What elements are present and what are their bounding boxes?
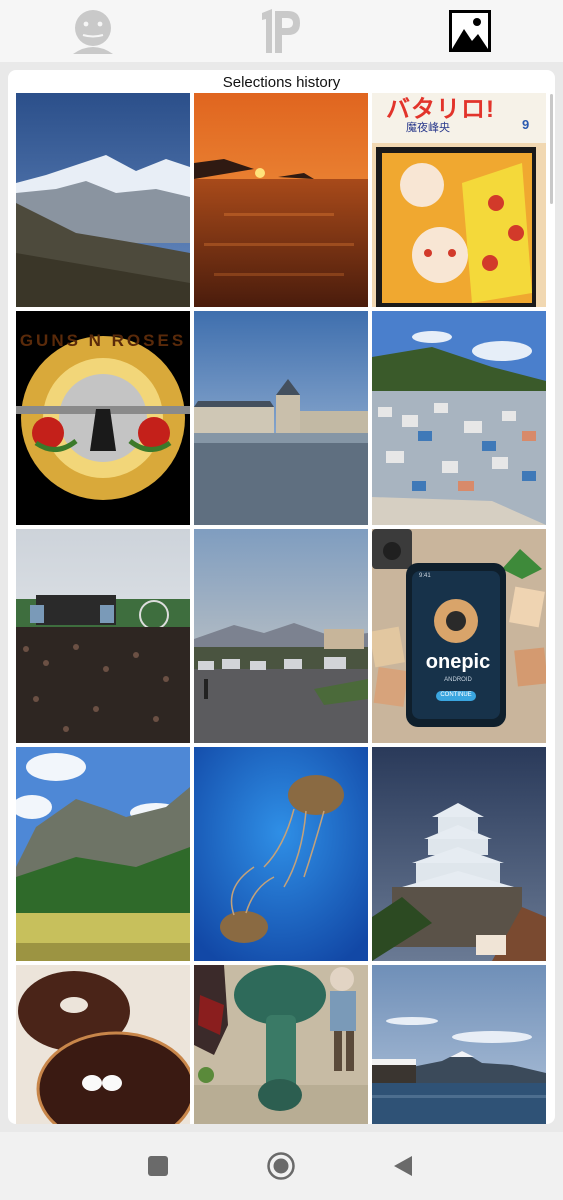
history-item-lake-mountain[interactable] xyxy=(372,965,546,1124)
manga-author: 魔夜峰央 xyxy=(406,122,450,134)
history-item-concert[interactable] xyxy=(16,529,190,743)
history-item-manga-cover[interactable]: バタリロ! 魔夜峰央 9 xyxy=(372,93,546,307)
tab-logo[interactable] xyxy=(250,0,310,62)
scrollbar[interactable] xyxy=(550,94,553,204)
history-item-donuts[interactable] xyxy=(16,965,190,1124)
tab-gallery[interactable] xyxy=(444,0,496,62)
image-icon xyxy=(449,10,491,52)
concert-image xyxy=(16,529,190,743)
jellyfish-image xyxy=(194,747,368,961)
home-button[interactable] xyxy=(261,1148,301,1184)
history-item-band-logo[interactable]: GUNS N ROSES xyxy=(16,311,190,525)
village-image xyxy=(372,311,546,525)
history-item-jellyfish[interactable] xyxy=(194,747,368,961)
circle-icon xyxy=(267,1152,295,1180)
donuts-image xyxy=(16,965,190,1124)
history-item-castle[interactable] xyxy=(372,747,546,961)
band-logo-text: GUNS N ROSES xyxy=(19,331,187,350)
p-logo-icon xyxy=(262,9,300,53)
history-item-chateau[interactable] xyxy=(194,311,368,525)
selections-history-card: Selections history バタリロ! 魔夜峰央 9 GUNS N R… xyxy=(8,70,555,1124)
sunset-image xyxy=(194,93,368,307)
phone-time: 9:41 xyxy=(419,573,431,579)
lake-mountain-image xyxy=(372,965,546,1124)
manga-volume: 9 xyxy=(522,117,530,132)
app-subtitle: ANDROID xyxy=(444,677,472,683)
mountain-image xyxy=(16,93,190,307)
history-item-figurines[interactable] xyxy=(194,965,368,1124)
system-navigation-bar xyxy=(0,1132,563,1200)
history-title: Selections history xyxy=(222,74,341,91)
back-button[interactable] xyxy=(383,1148,423,1184)
history-item-mountains[interactable] xyxy=(16,93,190,307)
recent-apps-button[interactable] xyxy=(138,1148,178,1184)
app-continue-label: CONTINUE xyxy=(440,692,472,698)
history-item-rock-mountain[interactable] xyxy=(16,747,190,961)
history-grid: バタリロ! 魔夜峰央 9 GUNS N ROSES 9:41 onepic AN… xyxy=(16,93,547,1124)
manga-cover-image xyxy=(372,93,546,307)
back-triangle-icon xyxy=(394,1156,412,1176)
square-icon xyxy=(148,1156,168,1176)
face-icon xyxy=(73,10,113,54)
app-name: onepic xyxy=(425,651,491,673)
history-item-parking-lot[interactable] xyxy=(194,529,368,743)
parking-lot-image xyxy=(194,529,368,743)
top-tab-bar xyxy=(0,0,563,62)
tab-face[interactable] xyxy=(62,0,124,62)
phone-app-image xyxy=(372,529,546,743)
history-item-phone-app[interactable]: 9:41 onepic ANDROID CONTINUE xyxy=(372,529,546,743)
history-item-sunset[interactable] xyxy=(194,93,368,307)
figurines-image xyxy=(194,965,368,1124)
castle-image xyxy=(372,747,546,961)
history-item-village[interactable] xyxy=(372,311,546,525)
chateau-image xyxy=(194,311,368,525)
rock-mountain-image xyxy=(16,747,190,961)
